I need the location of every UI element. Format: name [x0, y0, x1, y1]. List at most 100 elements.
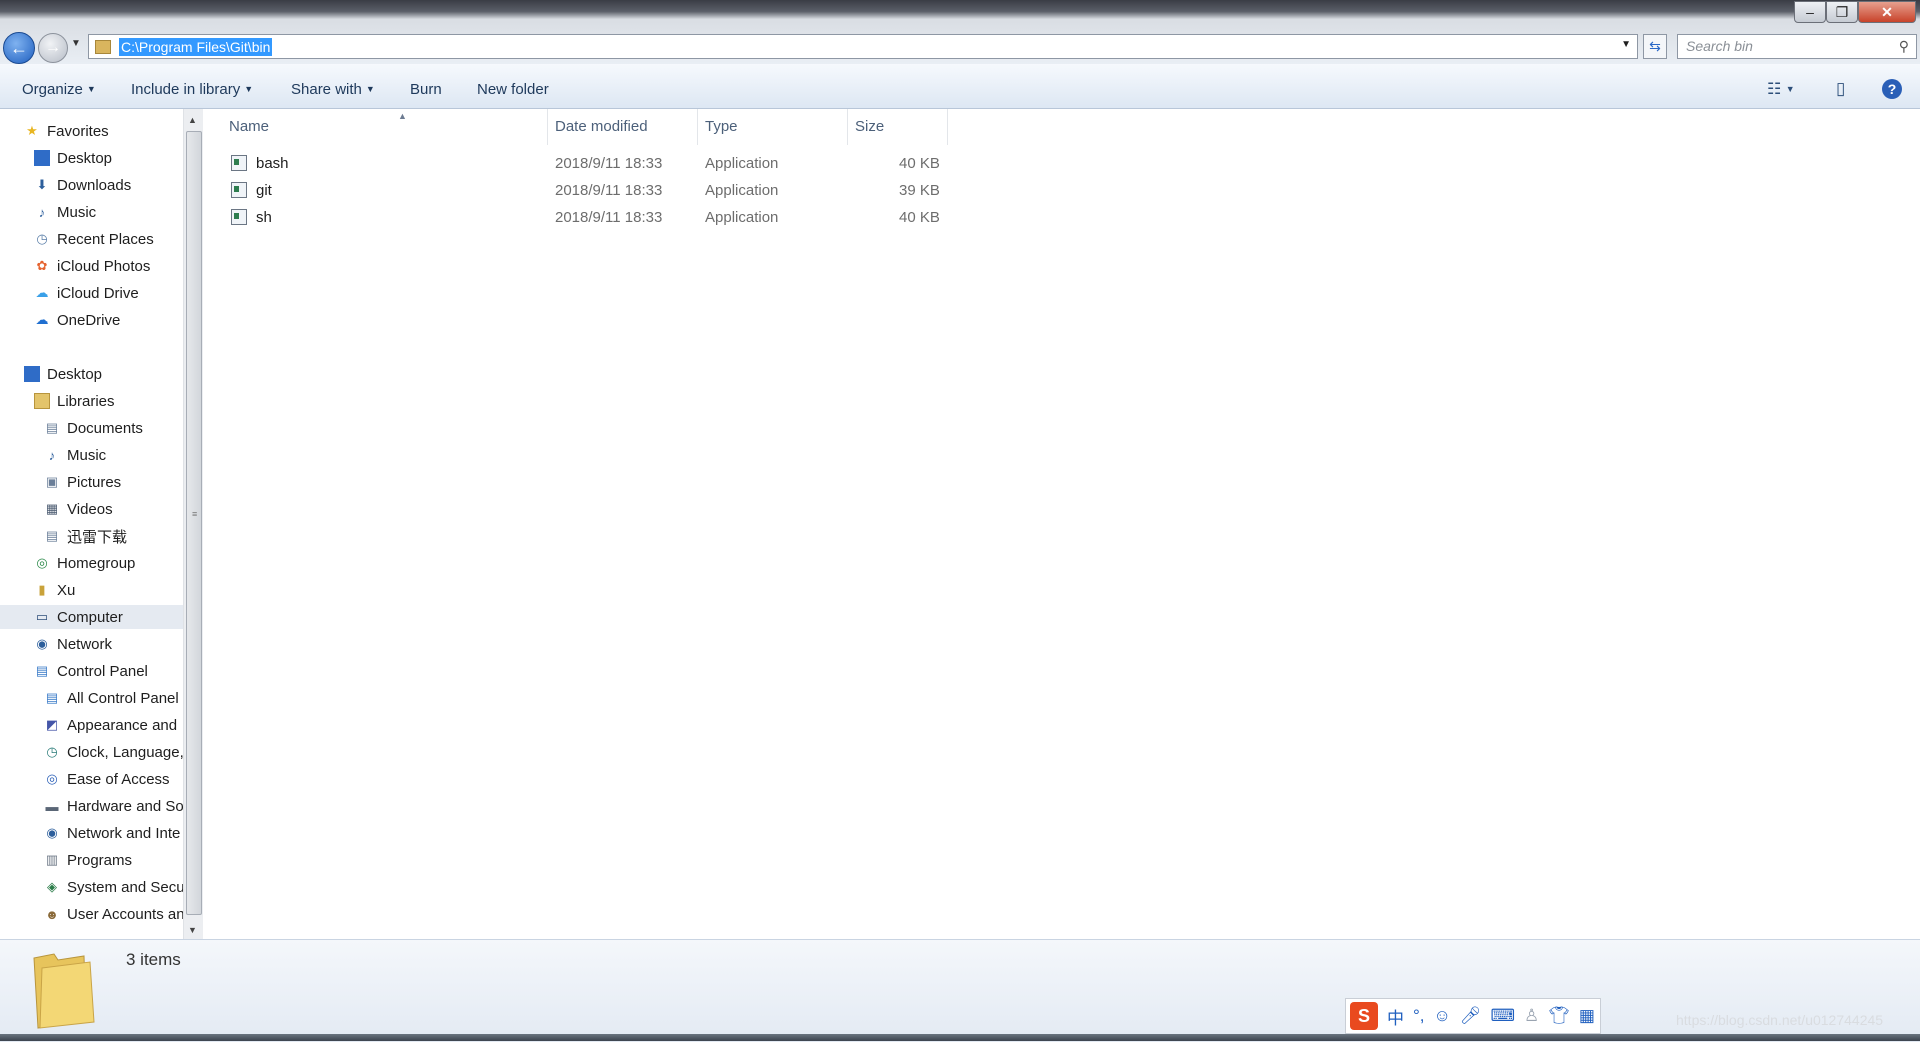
nav-music-favorite[interactable]: ♪ Music	[34, 200, 96, 224]
downloads-icon: ⬇	[36, 177, 48, 192]
onedrive-icon: ☁	[35, 312, 49, 327]
table-row[interactable]: git 2018/9/11 18:33 Application 39 KB	[203, 178, 963, 204]
nav-appearance[interactable]: ◩ Appearance and	[44, 713, 177, 737]
nav-hardware[interactable]: ▬ Hardware and So	[44, 794, 184, 818]
nav-desktop-favorite[interactable]: Desktop	[34, 146, 112, 170]
file-size: 40 KB	[899, 209, 940, 226]
nav-label: Desktop	[57, 149, 113, 167]
toolbox-icon[interactable]: ▦	[1579, 1006, 1595, 1026]
refresh-button[interactable]: ⇆	[1643, 34, 1667, 59]
address-path[interactable]: C:\Program Files\Git\bin	[119, 37, 273, 56]
nav-recent-places[interactable]: ◷ Recent Places	[34, 227, 153, 251]
nav-label: iCloud Photos	[57, 257, 151, 275]
nav-homegroup[interactable]: ◎ Homegroup	[34, 551, 135, 575]
nav-icloud-photos[interactable]: ✿ iCloud Photos	[34, 254, 151, 278]
include-in-library-button[interactable]: Include in library ▼	[131, 81, 253, 98]
nav-user-xu[interactable]: ▮ Xu	[34, 578, 75, 602]
music-icon: ♪	[48, 447, 56, 463]
minimize-button[interactable]: –	[1794, 1, 1826, 23]
burn-button[interactable]: Burn	[410, 81, 442, 98]
file-name: bash	[256, 155, 289, 172]
sort-ascending-icon: ▲	[398, 111, 407, 121]
videos-icon: ▦	[45, 501, 59, 516]
nav-label: Videos	[67, 500, 113, 518]
organize-button[interactable]: Organize ▼	[22, 81, 96, 98]
user-folder-icon: ▮	[38, 582, 46, 597]
nav-network-internet[interactable]: ◉ Network and Inte	[44, 821, 180, 845]
scroll-up-icon[interactable]: ▲	[188, 115, 197, 125]
nav-icloud-drive[interactable]: ☁ iCloud Drive	[34, 281, 139, 305]
column-header-size[interactable]: Size	[848, 109, 948, 145]
scroll-thumb[interactable]: ≡	[186, 131, 202, 915]
nav-favorites[interactable]: ★ Favorites	[24, 119, 109, 143]
maximize-button[interactable]: ❐	[1826, 1, 1858, 23]
ime-toolbar: S 中 °, ☺ 🎤︎ ⌨ ♙ 👕︎ ▦	[1345, 998, 1601, 1034]
ease-of-access-icon: ◎	[46, 771, 58, 786]
nav-label: Hardware and So	[67, 797, 183, 815]
network-icon: ◉	[36, 636, 48, 651]
ime-mode[interactable]: 中	[1387, 1004, 1404, 1029]
nav-user-accounts[interactable]: ☻ User Accounts an	[44, 902, 183, 926]
star-icon: ★	[26, 123, 38, 138]
chevron-down-icon[interactable]: ▼	[1621, 39, 1631, 50]
caret-down-icon: ▼	[365, 84, 375, 94]
search-input[interactable]: Search bin ⚲	[1677, 34, 1917, 59]
forward-button[interactable]: →	[38, 33, 68, 63]
nav-network[interactable]: ◉ Network	[34, 632, 112, 656]
nav-all-control-panel[interactable]: ▤ All Control Panel	[44, 686, 179, 710]
nav-music[interactable]: ♪ Music	[44, 443, 106, 467]
keyboard-icon[interactable]: ⌨	[1490, 1006, 1515, 1026]
nav-onedrive[interactable]: ☁ OneDrive	[34, 308, 121, 332]
nav-ease-of-access[interactable]: ◎ Ease of Access	[44, 767, 169, 791]
nav-desktop[interactable]: Desktop	[24, 362, 102, 386]
programs-icon: ▥	[45, 852, 59, 867]
nav-documents[interactable]: ▤ Documents	[44, 416, 143, 440]
column-header-type[interactable]: Type	[698, 109, 848, 145]
help-icon[interactable]: ?	[1882, 79, 1902, 99]
nav-system-security[interactable]: ◈ System and Secur	[44, 875, 183, 899]
music-icon: ♪	[38, 204, 46, 220]
search-icon[interactable]: ⚲	[1899, 38, 1909, 55]
nav-videos[interactable]: ▦ Videos	[44, 497, 113, 521]
nav-label: User Accounts an	[67, 905, 183, 923]
new-folder-button[interactable]: New folder	[477, 81, 549, 98]
nav-label: OneDrive	[57, 311, 121, 329]
nav-xunlei-downloads[interactable]: ▤ 迅雷下载	[44, 524, 127, 548]
microphone-icon[interactable]: 🎤︎	[1460, 1006, 1482, 1026]
recent-pages-dropdown[interactable]: ▼	[71, 38, 81, 49]
close-button[interactable]: ✕	[1858, 1, 1916, 23]
nav-label: Libraries	[57, 392, 115, 410]
column-header-date-modified[interactable]: Date modified	[548, 109, 698, 145]
punctuation-icon[interactable]: °,	[1413, 1006, 1425, 1026]
emoji-icon[interactable]: ☺	[1434, 1006, 1451, 1026]
application-icon	[231, 209, 247, 225]
user-icon[interactable]: ♙	[1524, 1006, 1539, 1026]
nav-downloads[interactable]: ⬇ Downloads	[34, 173, 132, 197]
ime-logo-icon[interactable]: S	[1350, 1002, 1378, 1030]
details-pane: 3 items	[0, 939, 1920, 1042]
address-bar[interactable]: C:\Program Files\Git\bin ▼	[88, 34, 1638, 59]
nav-label: All Control Panel	[67, 689, 179, 707]
share-with-button[interactable]: Share with ▼	[291, 81, 375, 98]
table-row[interactable]: sh 2018/9/11 18:33 Application 40 KB	[203, 205, 963, 231]
search-placeholder: Search bin	[1686, 38, 1753, 54]
nav-clock-language[interactable]: ◷ Clock, Language,	[44, 740, 183, 764]
nav-programs[interactable]: ▥ Programs	[44, 848, 132, 872]
view-options-icon[interactable]: ☷ ▼	[1767, 79, 1795, 99]
file-size: 40 KB	[899, 155, 940, 172]
nav-control-panel[interactable]: ▤ Control Panel	[34, 659, 148, 683]
back-button[interactable]: ←	[3, 32, 35, 64]
preview-pane-icon[interactable]: ▯	[1836, 79, 1845, 99]
nav-libraries[interactable]: Libraries	[34, 389, 115, 413]
nav-pictures[interactable]: ▣ Pictures	[44, 470, 121, 494]
table-row[interactable]: bash 2018/9/11 18:33 Application 40 KB	[203, 151, 963, 177]
column-label: Type	[705, 118, 738, 135]
nav-computer[interactable]: ▭ Computer	[0, 605, 183, 629]
scroll-down-icon[interactable]: ▼	[188, 925, 197, 935]
nav-label: Control Panel	[57, 662, 148, 680]
application-icon	[231, 155, 247, 171]
skin-icon[interactable]: 👕︎	[1548, 1006, 1570, 1026]
column-header-name[interactable]: ▲ Name	[222, 109, 548, 145]
file-type: Application	[705, 182, 779, 199]
nav-scrollbar[interactable]: ▲ ≡ ▼	[183, 109, 204, 939]
